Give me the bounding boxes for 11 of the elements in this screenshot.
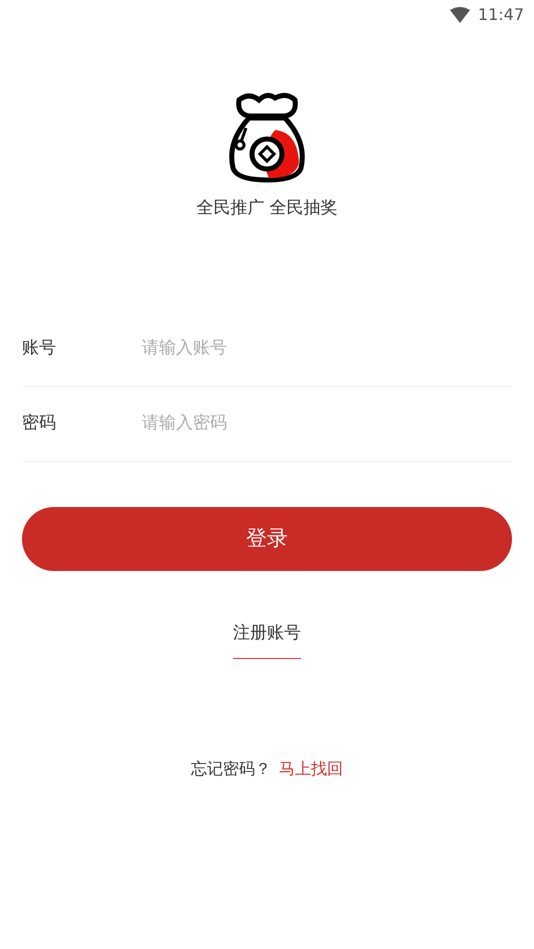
forgot-password-text: 忘记密码？	[191, 758, 271, 780]
input-field[interactable]: 请输入密码	[142, 410, 512, 436]
wifi-icon	[450, 7, 470, 23]
field-label: 账号	[22, 336, 57, 360]
recover-link[interactable]: 马上找回	[279, 757, 343, 781]
input-field[interactable]: 请输入账号	[142, 336, 512, 362]
login-button[interactable]: 登录	[22, 506, 512, 570]
register-link[interactable]: 注册账号	[233, 620, 301, 659]
app-slogan: 全民推广 全民抽奖	[196, 197, 338, 220]
field-label: 密码	[22, 412, 57, 435]
status-time: 11:47	[478, 4, 524, 26]
